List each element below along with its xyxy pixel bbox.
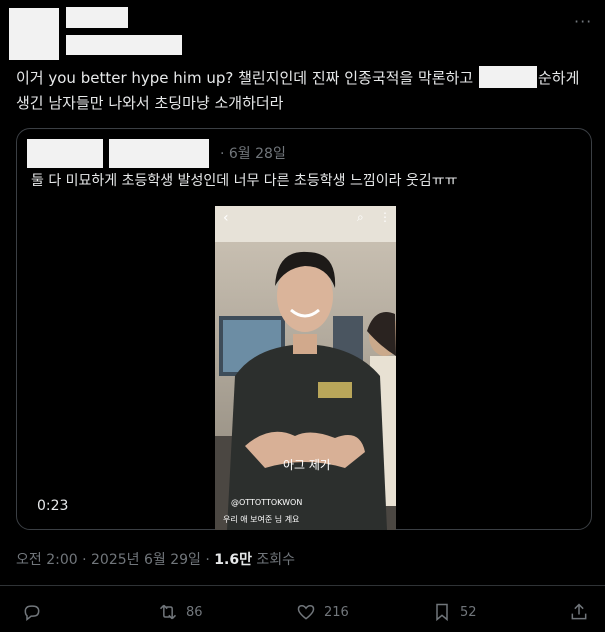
bookmark-button[interactable]: 52 <box>432 601 477 623</box>
views-label: 조회수 <box>256 552 296 568</box>
more-horizontal-icon[interactable]: ··· <box>574 12 592 31</box>
divider <box>0 585 605 586</box>
video-search-icon[interactable]: ⌕ <box>357 210 364 225</box>
reply-button[interactable] <box>22 601 42 623</box>
retweet-icon <box>159 604 177 620</box>
redacted-word <box>478 66 537 88</box>
share-icon <box>571 603 587 620</box>
tweet-date[interactable]: 2025년 6월 29일 <box>91 552 201 568</box>
like-button[interactable]: 216 <box>296 601 349 623</box>
quoted-avatar-name-redacted <box>27 139 103 168</box>
share-button[interactable] <box>569 601 589 623</box>
tweet-meta: 오전 2:00 · 2025년 6월 29일 · 1.6만 조회수 <box>16 552 296 568</box>
video-back-icon[interactable]: ‹ <box>223 210 229 226</box>
video-frame-illustration <box>215 206 396 530</box>
author-name-redacted[interactable] <box>66 7 128 28</box>
quoted-handle-redacted <box>109 139 209 168</box>
author-handle-redacted[interactable] <box>66 35 182 55</box>
video-subtext: 우리 애 보여준 님 계요 <box>223 515 300 524</box>
quoted-date[interactable]: · 6월 28일 <box>220 143 286 163</box>
views-count: 1.6만 <box>214 552 252 568</box>
video-player[interactable]: ‹ ⌕ ⋮ 아그 제가 @OTTOTTOKWON 우리 애 보여준 님 계요 <box>215 206 396 530</box>
heart-icon <box>297 604 315 620</box>
tweet-text-part-1: 이거 you better hype him up? 챌린지인데 진짜 인종국적… <box>16 69 478 87</box>
like-count: 216 <box>324 604 349 620</box>
reply-icon <box>24 605 40 622</box>
avatar[interactable] <box>9 8 59 60</box>
video-caption: 아그 제가 <box>283 458 331 472</box>
tweet-time[interactable]: 오전 2:00 <box>16 552 78 568</box>
video-duration: 0:23 <box>37 498 69 514</box>
bookmark-icon <box>436 603 448 622</box>
video-more-icon[interactable]: ⋮ <box>379 210 391 224</box>
retweet-button[interactable]: 86 <box>158 601 203 623</box>
retweet-count: 86 <box>186 604 203 620</box>
video-account: @OTTOTTOKWON <box>231 498 303 507</box>
tweet-text: 이거 you better hype him up? 챌린지인데 진짜 인종국적… <box>16 66 591 116</box>
quoted-text: 둘 다 미묘하게 초등학생 발성인데 너무 다른 초등학생 느낌이라 웃김ㅠㅠ <box>31 173 458 189</box>
bookmark-count: 52 <box>460 604 477 620</box>
